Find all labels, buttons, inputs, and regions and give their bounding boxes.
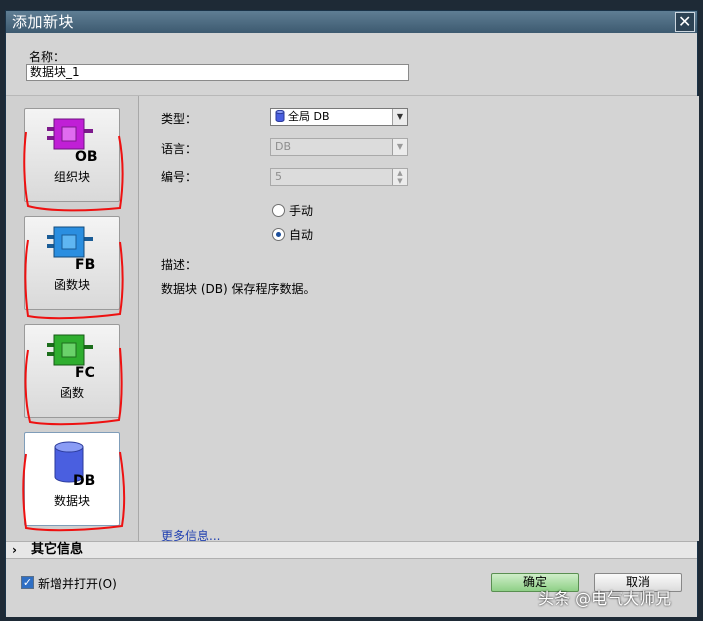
fc-block-icon: FC <box>47 334 95 381</box>
ob-block-icon: OB <box>47 118 98 165</box>
ob-block-button[interactable]: OB 组织块 <box>24 108 120 202</box>
radio-button-manual[interactable] <box>272 204 285 217</box>
fb-code: FB <box>75 257 95 273</box>
add-and-open-label: 新增并打开(O) <box>38 577 117 591</box>
watermark: 头条 @电气大师兄 <box>538 589 672 608</box>
dialog-title: 添加新块 <box>12 13 75 31</box>
db-block-icon: DB <box>54 441 95 489</box>
db-block-label: 数据块 <box>53 494 90 508</box>
chevron-down-icon: ▼ <box>392 139 407 155</box>
fb-block-icon: FB <box>47 226 95 273</box>
name-input[interactable]: 数据块_1 <box>26 64 409 81</box>
db-code: DB <box>73 473 95 489</box>
description-label: 描述： <box>161 258 198 272</box>
language-value: DB <box>275 140 292 153</box>
language-label: 语言： <box>161 142 198 156</box>
stepper-arrows-icon: ▲ ▼ <box>392 169 407 185</box>
other-info-section[interactable]: › 其它信息 <box>6 541 697 559</box>
name-label: 名称： <box>29 50 66 64</box>
number-stepper[interactable]: 5 ▲ ▼ <box>270 168 408 186</box>
ob-code: OB <box>75 149 98 165</box>
radio-auto[interactable]: 自动 <box>272 226 313 243</box>
db-block-button[interactable]: DB 数据块 <box>24 432 120 526</box>
fc-block-label: 函数 <box>59 386 84 400</box>
radio-button-auto[interactable] <box>272 228 285 241</box>
add-new-block-dialog: 添加新块 ✕ 名称： 数据块_1 OB 组织块 FB 函数块 FC 函数 DB … <box>5 10 699 617</box>
type-value: 全局 DB <box>288 110 330 123</box>
type-label: 类型： <box>161 112 198 126</box>
close-icon: ✕ <box>678 12 692 31</box>
fb-block-label: 函数块 <box>53 278 90 292</box>
fc-code: FC <box>75 365 95 381</box>
chevron-down-icon[interactable]: ▼ <box>392 109 407 125</box>
dialog-title-bar: 添加新块 ✕ <box>6 11 697 33</box>
fc-block-button[interactable]: FC 函数 <box>24 324 120 418</box>
radio-manual[interactable]: 手动 <box>272 202 313 219</box>
radio-auto-label: 自动 <box>289 228 314 242</box>
number-label: 编号： <box>161 170 198 184</box>
language-dropdown[interactable]: DB ▼ <box>270 138 408 156</box>
number-value: 5 <box>275 170 282 183</box>
description-text: 数据块 (DB) 保存程序数据。 <box>161 282 316 296</box>
name-area: 名称： 数据块_1 <box>6 33 697 95</box>
add-and-open-checkbox[interactable]: ✓ <box>21 576 34 589</box>
chevron-right-icon[interactable]: › <box>12 542 17 558</box>
type-dropdown[interactable]: 全局 DB ▼ <box>270 108 408 126</box>
block-type-panel: OB 组织块 FB 函数块 FC 函数 DB 数据块 <box>6 96 139 541</box>
other-info-label: 其它信息 <box>31 542 84 557</box>
properties-panel: 类型： 全局 DB ▼ 语言： DB ▼ 编号： 5 ▲ ▼ 手动 自动 描述： … <box>140 96 699 543</box>
global-db-icon <box>275 109 285 123</box>
close-button[interactable]: ✕ <box>675 12 695 32</box>
radio-manual-label: 手动 <box>289 204 314 218</box>
ob-block-label: 组织块 <box>53 170 90 184</box>
fb-block-button[interactable]: FB 函数块 <box>24 216 120 310</box>
